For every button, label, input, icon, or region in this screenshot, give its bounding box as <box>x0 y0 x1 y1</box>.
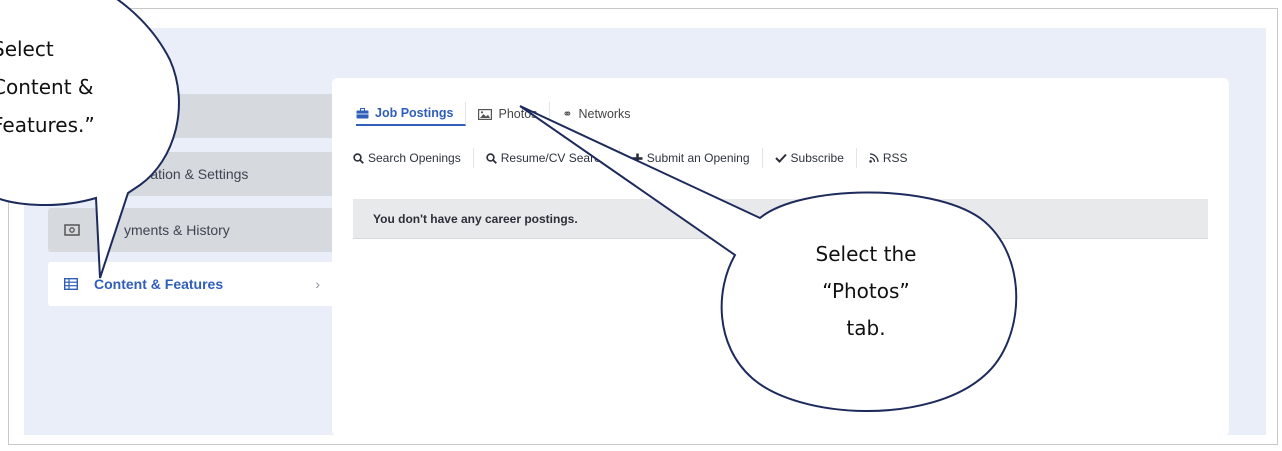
callout-left-text: Select Content & Features.” <box>0 30 152 144</box>
callout-line: Content & <box>0 75 94 99</box>
callout-right-text: Select the “Photos” tab. <box>760 236 972 347</box>
callout-line: Select <box>0 37 54 61</box>
callout-line: tab. <box>846 316 886 340</box>
callout-line: “Photos” <box>822 279 910 303</box>
callout-line: Features.” <box>0 113 95 137</box>
callout-line: Select the <box>815 242 917 266</box>
callout-overlay <box>0 0 1018 412</box>
